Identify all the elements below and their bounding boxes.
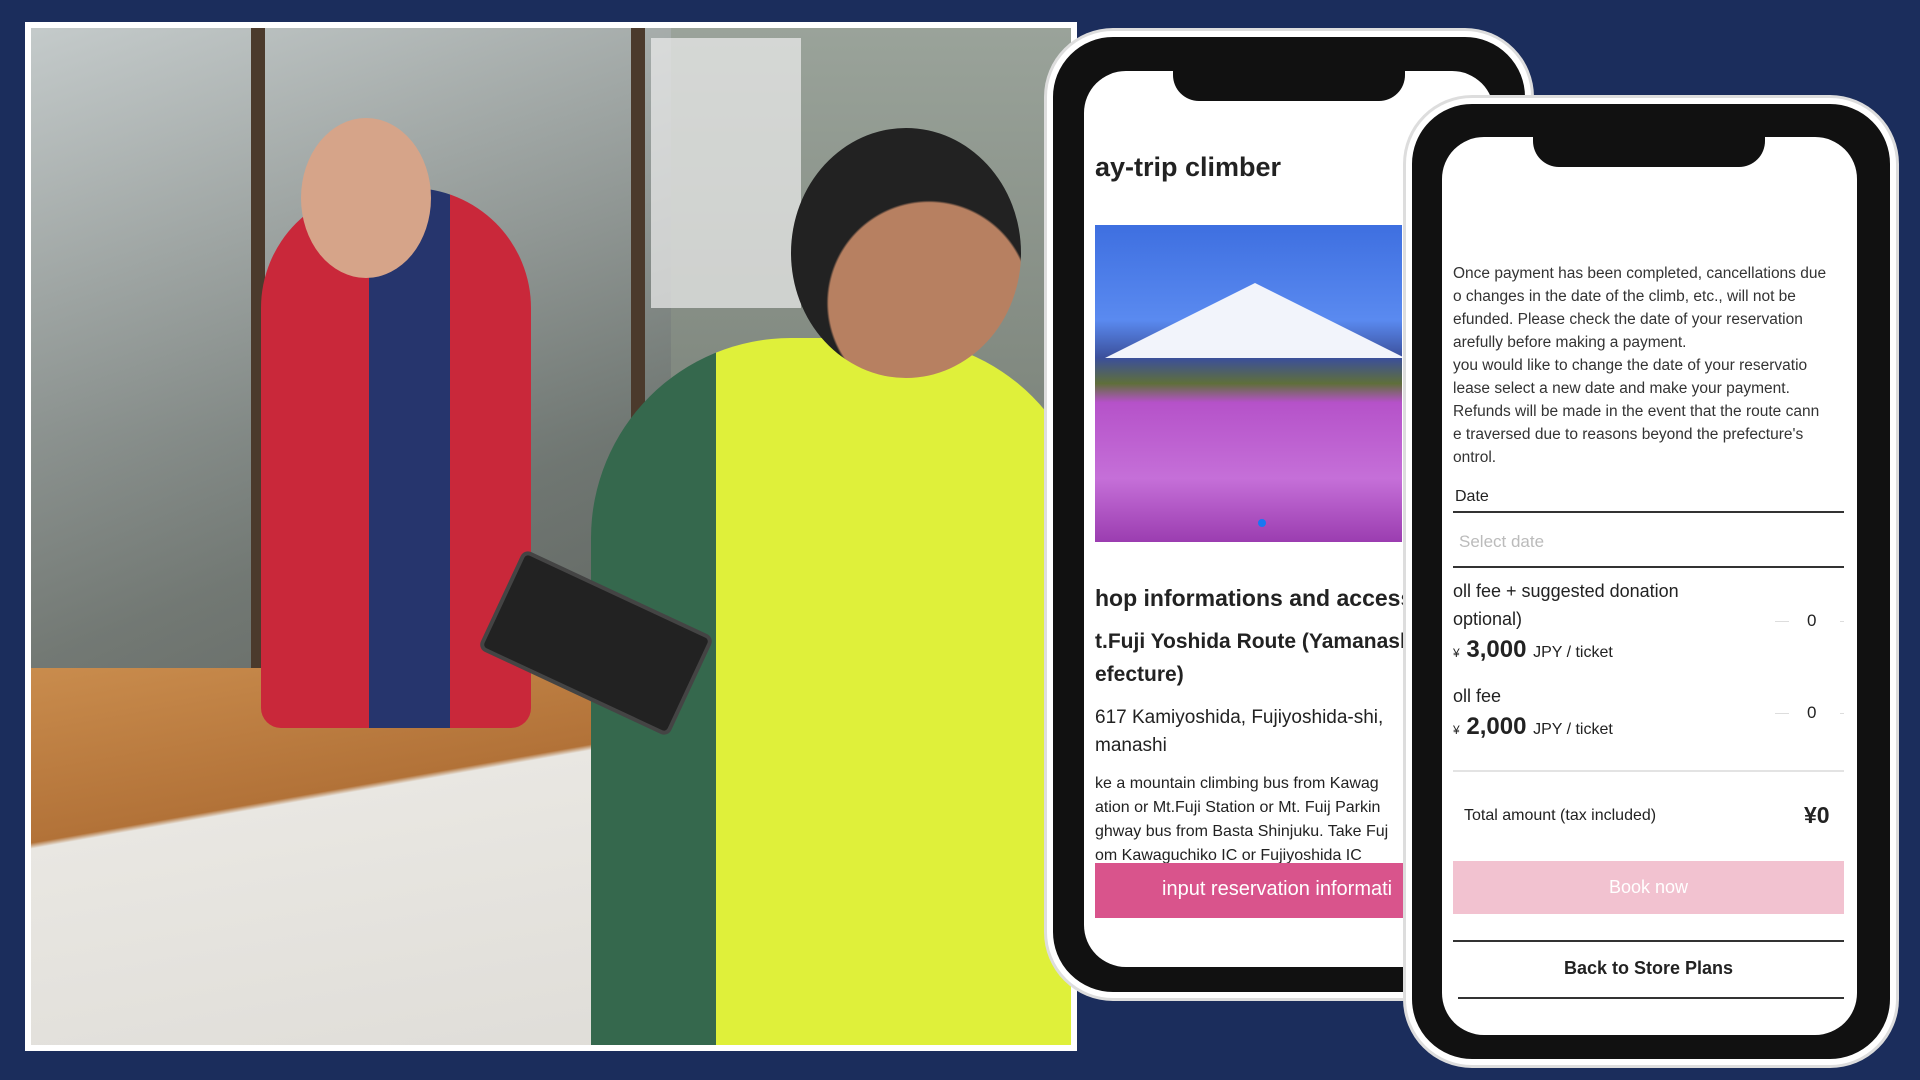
carousel-indicator[interactable]	[1258, 519, 1266, 527]
staff-head	[791, 128, 1021, 378]
currency-symbol: ¥	[1453, 646, 1460, 660]
book-now-button[interactable]: Book now	[1453, 861, 1844, 914]
input-reservation-button[interactable]: input reservation informati	[1095, 863, 1405, 918]
section-heading: hop informations and access	[1095, 585, 1405, 611]
address-cont: manashi	[1095, 735, 1167, 756]
ticket-price: ¥ 2,000 JPY / ticket	[1453, 713, 1613, 741]
climber-head	[301, 118, 431, 278]
access-line: ghway bus from Basta Shinjuku. Take Fuj	[1095, 823, 1389, 840]
notice-line: Once payment has been completed, cancell…	[1453, 265, 1827, 282]
mount-fuji-image[interactable]	[1095, 225, 1402, 542]
event-photo	[25, 22, 1077, 1051]
notice-line: lease select a new date and make your pa…	[1453, 380, 1790, 397]
back-to-store-plans-link[interactable]: Back to Store Plans	[1453, 958, 1844, 979]
ticket-name-cont: optional)	[1453, 609, 1523, 629]
decrement-button[interactable]	[1775, 713, 1789, 714]
plan-title: ay-trip climber	[1095, 152, 1282, 182]
cancellation-notice: Once payment has been completed, cancell…	[1453, 262, 1845, 469]
access-line: ation or Mt.Fuji Station or Mt. Fuij Par…	[1095, 799, 1381, 816]
phone-notch	[1173, 71, 1405, 101]
notice-line: efunded. Please check the date of your r…	[1453, 311, 1803, 328]
quantity-value[interactable]: 0	[1807, 611, 1816, 631]
quantity-value[interactable]: 0	[1807, 703, 1816, 723]
increment-button[interactable]	[1840, 621, 1844, 622]
price-value: 2,000	[1466, 713, 1527, 740]
address: 617 Kamiyoshida, Fujiyoshida-shi,	[1095, 707, 1384, 728]
date-input[interactable]: Select date	[1453, 520, 1844, 568]
decrement-button[interactable]	[1775, 621, 1789, 622]
divider	[1458, 997, 1844, 999]
notice-line: ontrol.	[1453, 449, 1497, 466]
phone-notch	[1533, 137, 1765, 167]
date-label: Date	[1455, 488, 1489, 505]
notice-line: o changes in the date of the climb, etc.…	[1453, 288, 1796, 305]
notice-line: arefully before making a payment.	[1453, 334, 1687, 351]
notice-line: e traversed due to reasons beyond the pr…	[1453, 426, 1804, 443]
ticket-name: oll fee	[1453, 686, 1502, 706]
divider	[1453, 511, 1844, 513]
total-label: Total amount (tax included)	[1464, 807, 1657, 824]
route-name: t.Fuji Yoshida Route (Yamanash	[1095, 630, 1405, 653]
total-value: ¥0	[1804, 802, 1830, 828]
price-unit: JPY / ticket	[1533, 721, 1613, 738]
notice-line: you would like to change the date of you…	[1453, 357, 1808, 374]
divider	[1453, 940, 1844, 942]
divider	[1453, 770, 1844, 772]
increment-button[interactable]	[1840, 713, 1844, 714]
ticket-name: oll fee + suggested donation	[1453, 581, 1679, 601]
price-unit: JPY / ticket	[1533, 644, 1613, 661]
notice-line: Refunds will be made in the event that t…	[1453, 403, 1820, 420]
window-sign	[651, 38, 801, 308]
access-description: ke a mountain climbing bus from Kawag at…	[1095, 772, 1388, 868]
access-line: ke a mountain climbing bus from Kawag	[1095, 775, 1379, 792]
route-name-cont: efecture)	[1095, 663, 1184, 686]
price-value: 3,000	[1466, 636, 1527, 663]
currency-symbol: ¥	[1453, 723, 1460, 737]
ticket-price: ¥ 3,000 JPY / ticket	[1453, 636, 1613, 664]
